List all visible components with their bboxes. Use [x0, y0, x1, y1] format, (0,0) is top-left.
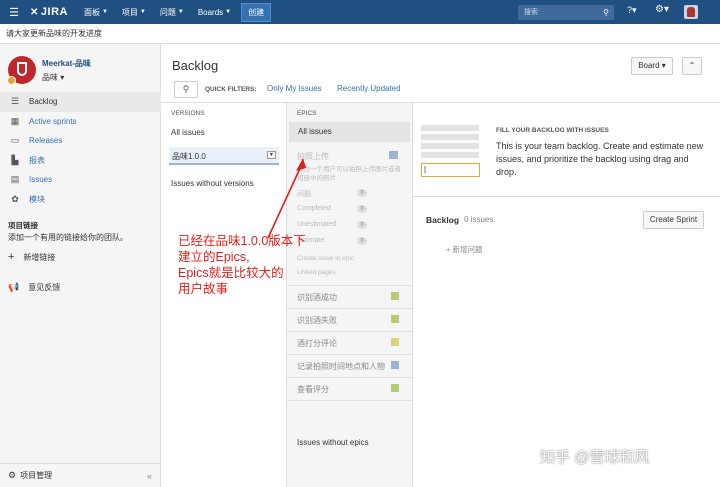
annotation-line: 已经在品味1.0.0版本下: [178, 234, 306, 248]
annotation-line: 建立的Epics,: [178, 250, 250, 264]
annotation-text: 已经在品味1.0.0版本下 建立的Epics, Epics就是比较大的 用户故事: [178, 233, 328, 297]
watermark: 知乎 @雪球和风: [540, 449, 650, 466]
annotation-line: Epics就是比较大的: [178, 266, 284, 280]
arrow-head: [296, 158, 306, 171]
arrow-line: [267, 163, 303, 239]
annotation-line: 用户故事: [178, 282, 229, 296]
annotation-arrow: [267, 158, 306, 239]
